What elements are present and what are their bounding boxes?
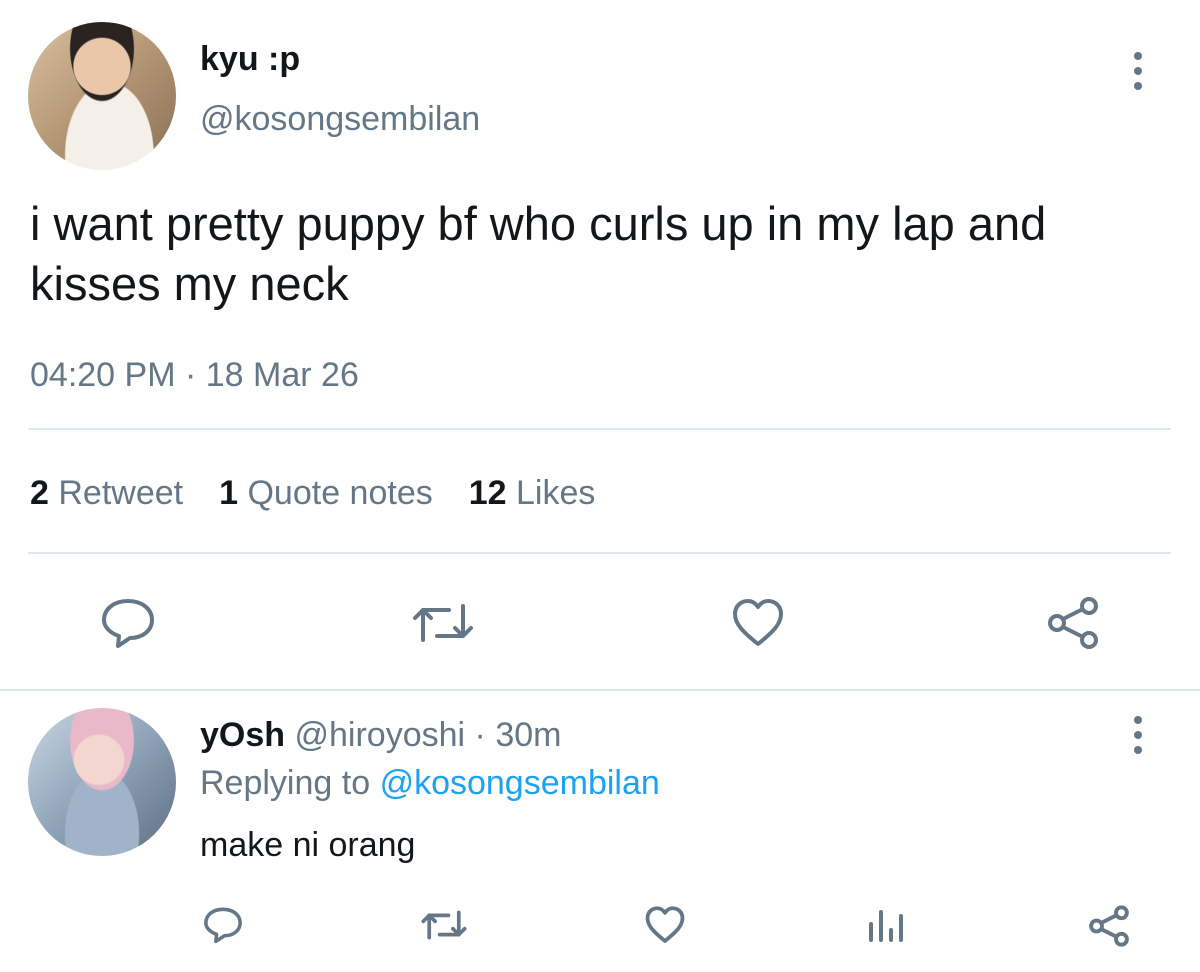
quote-count[interactable]: 1 Quote notes (219, 474, 433, 513)
share-icon[interactable] (1088, 905, 1130, 947)
replying-to-line: Replying to @kosongsembilan (200, 764, 660, 803)
divider (28, 428, 1171, 430)
share-icon[interactable] (1046, 596, 1100, 650)
reply-handle[interactable]: @hiroyoshi (295, 716, 466, 754)
retweet-icon[interactable] (411, 600, 475, 646)
tweet-time: 04:20 PM (30, 356, 176, 394)
divider (0, 689, 1200, 691)
tweet-text: i want pretty puppy bf who curls up in m… (30, 197, 1047, 310)
tweet-stats: 2 Retweet 1 Quote notes 12 Likes (30, 474, 595, 513)
like-icon[interactable] (644, 906, 686, 944)
author-avatar[interactable] (28, 22, 176, 170)
reply-display-name[interactable]: yOsh (200, 716, 285, 754)
tweet-date: 18 Mar 26 (205, 356, 359, 394)
retweet-count[interactable]: 2 Retweet (30, 474, 183, 513)
meta-separator: · (474, 716, 486, 754)
reply-header: yOsh @hiroyoshi · 30m (200, 716, 561, 755)
like-icon[interactable] (731, 598, 785, 648)
tweet-timestamp: 04:20 PM · 18 Mar 26 (30, 356, 359, 395)
replying-to-link[interactable]: @kosongsembilan (380, 764, 660, 802)
reply-age: 30m (495, 716, 562, 754)
reply-icon[interactable] (203, 906, 243, 944)
more-options-icon[interactable] (1128, 716, 1148, 754)
more-options-icon[interactable] (1128, 52, 1148, 90)
author-display-name[interactable]: kyu :p (200, 40, 300, 79)
author-handle[interactable]: @kosongsembilan (200, 100, 480, 139)
analytics-icon[interactable] (866, 906, 906, 944)
replying-to-label: Replying to (200, 764, 371, 802)
reply-icon[interactable] (100, 597, 156, 649)
divider (28, 552, 1171, 554)
like-count[interactable]: 12 Likes (469, 474, 596, 513)
reply-author-avatar[interactable] (28, 708, 176, 856)
meta-separator: · (184, 356, 197, 394)
retweet-icon[interactable] (420, 908, 468, 942)
reply-text: make ni orang (200, 826, 416, 864)
